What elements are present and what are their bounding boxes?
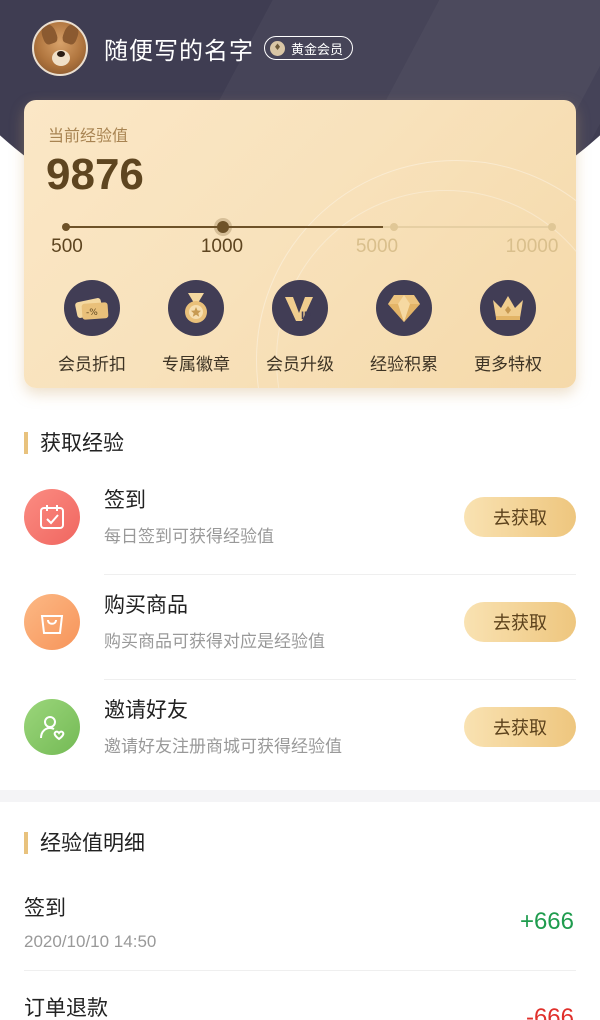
divider (24, 970, 576, 971)
membership-badge: ♦ 黄金会员 (264, 36, 354, 60)
progress-marker-10000 (548, 223, 556, 231)
tick-label-10000: 10000 (505, 236, 559, 257)
task-title: 购买商品 (104, 593, 188, 617)
avatar[interactable] (32, 20, 88, 76)
detail-section: 经验值明细 签到 2020/10/10 14:50 +666 订单退款 -666 (0, 802, 600, 1020)
task-title: 邀请好友 (104, 698, 188, 722)
crown-icon (480, 280, 536, 336)
membership-badge-label: 黄金会员 (291, 42, 344, 58)
experience-value: 9876 (46, 150, 144, 199)
perk-label: 会员折扣 (58, 355, 126, 375)
progress-marker-500 (62, 223, 70, 231)
record-time: 2020/10/10 14:50 (24, 932, 157, 951)
diamond-icon (376, 280, 432, 336)
perk-label: 更多特权 (474, 355, 542, 375)
task-row-purchase: 购买商品 购买商品可获得对应是经验值 去获取 (0, 575, 600, 680)
get-invite-button[interactable]: 去获取 (464, 707, 576, 747)
vip-upgrade-icon: IP (272, 280, 328, 336)
tick-label-5000: 5000 (355, 236, 399, 257)
record-title: 签到 (24, 896, 66, 920)
task-row-checkin: 签到 每日签到可获得经验值 去获取 (0, 470, 600, 575)
svg-text:-%: -% (86, 308, 98, 318)
earn-section-title: 获取经验 (24, 432, 124, 454)
task-title: 签到 (104, 488, 146, 512)
perk-label: 专属徽章 (162, 355, 230, 375)
perk-vip-upgrade[interactable]: IP 会员升级 (248, 280, 352, 375)
get-checkin-button[interactable]: 去获取 (464, 497, 576, 537)
record-amount: +666 (519, 908, 574, 935)
experience-progress-track (62, 221, 556, 233)
get-purchase-button[interactable]: 去获取 (464, 602, 576, 642)
tick-label-500: 500 (51, 236, 83, 257)
user-info: 随便写的名字 ♦ 黄金会员 (32, 20, 354, 76)
progress-marker-5000 (390, 223, 399, 231)
experience-label: 当前经验值 (48, 126, 129, 145)
task-row-invite: 邀请好友 邀请好友注册商城可获得经验值 去获取 (0, 680, 600, 785)
perks-row: -% 会员折扣 专属徽章 IP 会员升级 经验积累 更多特权 (24, 280, 576, 375)
tick-label-1000: 1000 (200, 236, 244, 257)
user-name: 随便写的名字 (104, 36, 254, 65)
perk-discount[interactable]: -% 会员折扣 (40, 280, 144, 375)
perk-label: 经验积累 (370, 355, 438, 375)
medal-badge-icon (168, 280, 224, 336)
task-desc: 邀请好友注册商城可获得经验值 (104, 737, 342, 757)
record-title: 订单退款 (24, 996, 108, 1020)
task-desc: 每日签到可获得经验值 (104, 527, 274, 547)
gem-icon: ♦ (270, 40, 285, 56)
discount-ticket-icon: -% (64, 280, 120, 336)
perk-medal[interactable]: 专属徽章 (144, 280, 248, 375)
earn-section: 获取经验 签到 每日签到可获得经验值 去获取 购买商品 购买商品可获得对应是经验… (0, 410, 600, 790)
progress-marker-1000 (217, 221, 230, 233)
task-desc: 购买商品可获得对应是经验值 (104, 632, 325, 652)
record-amount: -666 (525, 1004, 574, 1020)
calendar-check-icon (24, 489, 80, 545)
perk-more[interactable]: 更多特权 (456, 280, 560, 375)
perk-exp-accumulate[interactable]: 经验积累 (352, 280, 456, 375)
detail-section-title: 经验值明细 (24, 832, 145, 854)
shopping-bag-icon (24, 594, 80, 650)
perk-label: 会员升级 (266, 355, 334, 375)
invite-friend-icon (24, 699, 80, 755)
svg-text:IP: IP (301, 310, 311, 322)
experience-card: 当前经验值 9876 500 1000 5000 10000 -% 会员折扣 专… (24, 100, 576, 388)
